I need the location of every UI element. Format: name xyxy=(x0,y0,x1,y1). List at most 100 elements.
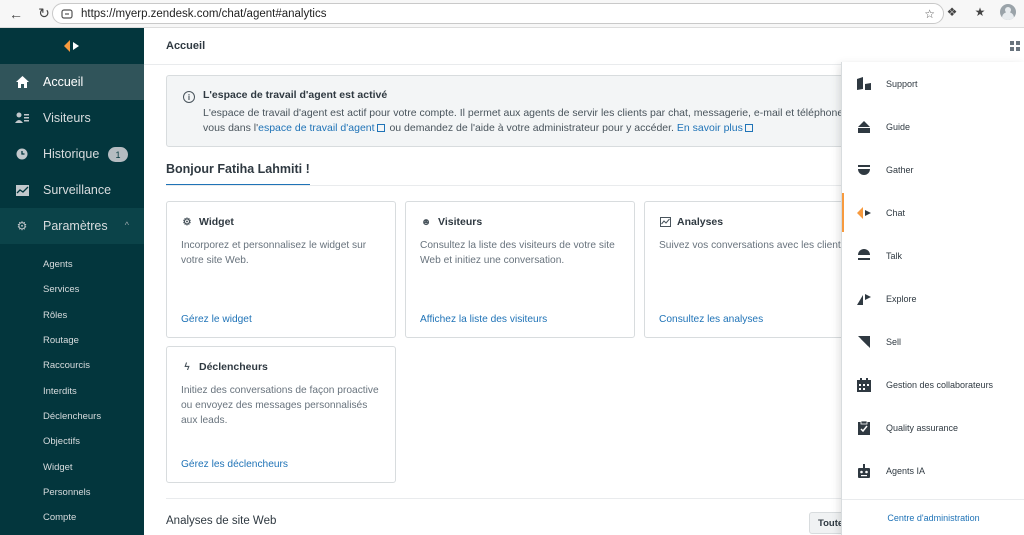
bookmark-star-icon[interactable]: ☆ xyxy=(924,7,935,21)
product-label: Talk xyxy=(886,250,903,261)
notice-line-1: L'espace de travail d'agent est actif po… xyxy=(203,107,875,119)
zendesk-chat-logo-icon xyxy=(64,40,79,52)
sidebar: Accueil Visiteurs Historique 1 Surveilla… xyxy=(0,28,144,535)
favorites-icon[interactable]: ★ xyxy=(972,4,988,20)
site-info-icon[interactable] xyxy=(61,8,73,20)
product-tray-icon[interactable] xyxy=(1010,41,1020,51)
lightning-icon: ϟ xyxy=(184,361,190,373)
sidebar-item-surveillance[interactable]: Surveillance xyxy=(0,172,144,208)
chat-logo[interactable] xyxy=(0,28,144,64)
sidebar-item-parametres[interactable]: ⚙ Paramètres ^ xyxy=(0,208,144,244)
history-count-badge: 1 xyxy=(108,147,128,162)
explore-icon xyxy=(857,293,871,305)
monitoring-icon xyxy=(15,183,29,197)
product-label: Explore xyxy=(886,293,917,304)
card-description: Initiez des conversations de façon proac… xyxy=(181,385,379,426)
card-title: Visiteurs xyxy=(438,216,483,228)
gear-icon: ⚙ xyxy=(182,216,192,228)
submenu-item-services[interactable]: Services xyxy=(0,277,144,302)
support-icon xyxy=(857,76,871,90)
product-tray: Support Guide Gather Chat Talk Explore S… xyxy=(841,62,1024,535)
product-label: Quality assurance xyxy=(886,422,959,433)
chevron-up-icon: ^ xyxy=(124,220,129,230)
extensions-icon[interactable]: ❖ xyxy=(944,4,960,20)
submenu-item-agents[interactable]: Agents xyxy=(0,252,144,277)
submenu-item-objectifs[interactable]: Objectifs xyxy=(0,429,144,454)
card-description: Incorporez et personnalisez le widget su… xyxy=(181,240,367,266)
gear-icon: ⚙ xyxy=(16,219,28,233)
product-label: Chat xyxy=(886,207,906,218)
address-bar[interactable]: https://myerp.zendesk.com/chat/agent#ana… xyxy=(52,3,944,24)
view-analytics-link[interactable]: Consultez les analyses xyxy=(659,314,763,325)
product-talk[interactable]: Talk xyxy=(842,234,1024,277)
greeting-heading: Bonjour Fatiha Lahmiti ! xyxy=(166,162,310,186)
submenu-item-interdits[interactable]: Interdits xyxy=(0,378,144,403)
sidebar-item-label: Accueil xyxy=(43,75,84,89)
submenu-item-compte[interactable]: Compte xyxy=(0,505,144,530)
product-explore[interactable]: Explore xyxy=(842,277,1024,320)
card-title: Analyses xyxy=(677,216,724,228)
learn-more-link[interactable]: En savoir plus xyxy=(677,122,743,134)
manage-triggers-link[interactable]: Gérez les déclencheurs xyxy=(181,459,288,470)
calendar-icon xyxy=(857,377,871,392)
product-support[interactable]: Support xyxy=(842,62,1024,105)
notice-line-2-middle: ou demandez de l'aide à votre administra… xyxy=(386,122,677,134)
reload-icon[interactable]: ↻ xyxy=(36,5,52,22)
home-icon xyxy=(15,75,29,89)
history-icon xyxy=(15,147,29,161)
page-header: Accueil xyxy=(144,28,1024,65)
card-title: Widget xyxy=(199,216,234,228)
back-icon[interactable]: ← xyxy=(8,6,24,22)
manage-widget-link[interactable]: Gérez le widget xyxy=(181,314,252,325)
profile-avatar[interactable] xyxy=(1000,4,1016,20)
product-label: Gather xyxy=(886,164,914,175)
clipboard-check-icon xyxy=(858,420,870,435)
submenu-item-personnels[interactable]: Personnels xyxy=(0,480,144,505)
sell-icon xyxy=(858,335,870,348)
submenu-item-raccourcis[interactable]: Raccourcis xyxy=(0,353,144,378)
product-chat[interactable]: Chat xyxy=(842,191,1024,234)
visitors-icon xyxy=(15,111,29,125)
sidebar-item-label: Surveillance xyxy=(43,183,112,197)
workspace-notice: i L'espace de travail d'agent est activé… xyxy=(166,75,874,147)
talk-icon xyxy=(858,248,870,260)
notice-line-2-prefix: vous dans l' xyxy=(203,122,259,134)
section-title: Analyses de site Web xyxy=(166,515,277,527)
submenu-item-routage[interactable]: Routage xyxy=(0,328,144,353)
product-ai-agents[interactable]: Agents IA xyxy=(842,449,1024,492)
url-text: https://myerp.zendesk.com/chat/agent#ana… xyxy=(81,7,327,20)
agent-workspace-link[interactable]: espace de travail d'agent xyxy=(258,122,374,134)
product-label: Guide xyxy=(886,121,911,132)
visitors-card: ☻ Visiteurs Consultez la liste des visite… xyxy=(405,201,635,338)
product-gather[interactable]: Gather xyxy=(842,148,1024,191)
analytics-card: Analyses Suivez vos conversations avec l… xyxy=(644,201,874,338)
sidebar-item-label: Paramètres xyxy=(43,219,108,233)
product-guide[interactable]: Guide xyxy=(842,105,1024,148)
product-workforce[interactable]: Gestion des collaborateurs xyxy=(842,363,1024,406)
product-label: Support xyxy=(886,78,918,89)
triggers-card: ϟ Déclencheurs Initiez des conversations … xyxy=(166,346,396,483)
page-title: Accueil xyxy=(166,40,206,52)
submenu-item-roles[interactable]: Rôles xyxy=(0,303,144,328)
submenu-item-widget[interactable]: Widget xyxy=(0,454,144,479)
browser-toolbar: ← ↻ https://myerp.zendesk.com/chat/agent… xyxy=(0,0,1024,28)
sidebar-item-accueil[interactable]: Accueil xyxy=(0,64,144,100)
view-visitors-link[interactable]: Affichez la liste des visiteurs xyxy=(420,314,547,325)
external-link-icon xyxy=(744,124,753,132)
external-link-icon xyxy=(376,124,385,132)
product-sell[interactable]: Sell xyxy=(842,320,1024,363)
product-quality-assurance[interactable]: Quality assurance xyxy=(842,406,1024,449)
card-title: Déclencheurs xyxy=(199,361,268,373)
notice-text: L'espace de travail d'agent est actif po… xyxy=(203,106,874,136)
card-description: Consultez la liste des visiteurs de votr… xyxy=(420,240,615,266)
robot-icon xyxy=(858,463,870,478)
notice-title: L'espace de travail d'agent est activé xyxy=(203,89,388,101)
product-label: Agents IA xyxy=(886,465,926,476)
admin-center-link[interactable]: Centre d'administration xyxy=(842,499,1024,535)
sidebar-item-historique[interactable]: Historique 1 xyxy=(0,136,144,172)
submenu-item-declencheurs[interactable]: Déclencheurs xyxy=(0,404,144,429)
chart-icon xyxy=(659,216,671,228)
sidebar-item-label: Visiteurs xyxy=(43,111,91,125)
sidebar-item-visiteurs[interactable]: Visiteurs xyxy=(0,100,144,136)
card-description: Suivez vos conversations avec les client… xyxy=(659,240,849,251)
